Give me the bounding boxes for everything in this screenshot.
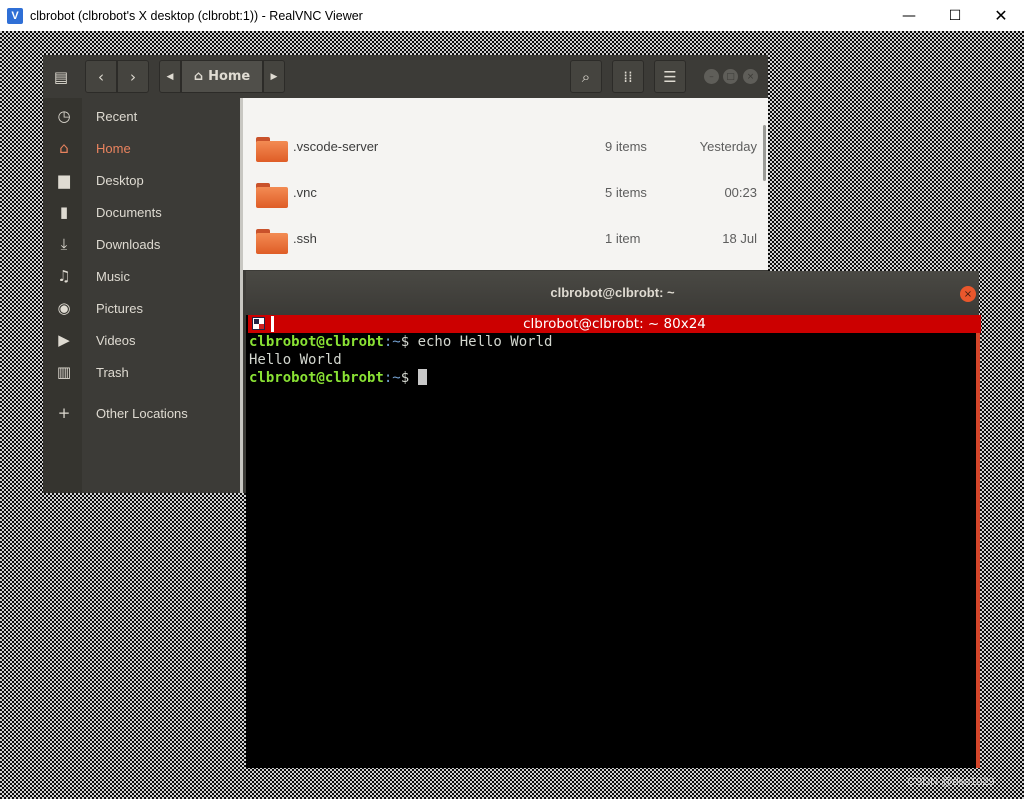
sidebar-item-desktop[interactable]: ▆ Desktop — [43, 164, 240, 196]
grid-view-button[interactable]: ⁞⁞ — [612, 60, 644, 93]
window-minimize-button[interactable]: – — [704, 69, 719, 84]
window-close-button[interactable]: × — [743, 69, 758, 84]
file-item-count: 1 item — [605, 231, 641, 246]
file-modified: 18 Jul — [722, 231, 757, 246]
terminal-line: Hello World — [249, 351, 976, 369]
terminal-title: clbrobot@clbrobt: ~ — [550, 285, 675, 300]
sidebar-item-label: Other Locations — [96, 405, 188, 421]
close-button[interactable]: ✕ — [978, 0, 1024, 31]
terminal-titlebar[interactable]: clbrobot@clbrobt: ~ × — [246, 271, 979, 315]
watermark: CSDN @dso1029 — [907, 776, 995, 788]
file-name: .vnc — [293, 185, 317, 200]
command-text: $ echo Hello World — [400, 334, 553, 350]
prompt-user: clbrobot@clbrobt — [249, 370, 384, 386]
sidebar-item-label: Pictures — [96, 300, 143, 316]
vnc-titlebar: V clbrobot (clbrobot's X desktop (clbrob… — [0, 0, 1024, 31]
sidebar-item-label: Downloads — [96, 236, 161, 252]
minimize-button[interactable]: — — [886, 0, 932, 31]
trash-icon: ▥ — [56, 363, 72, 381]
command-output: Hello World — [249, 352, 342, 368]
app-menu-icon[interactable]: ▤ — [47, 60, 75, 93]
hamburger-menu-icon: ☰ — [663, 67, 677, 86]
file-name: .ssh — [293, 231, 317, 246]
sidebar-item-recent[interactable]: ◷ Recent — [43, 100, 240, 132]
path-scroll-right-button[interactable]: ▶ — [263, 60, 285, 93]
plus-icon: + — [57, 404, 71, 422]
maximize-button[interactable]: ☐ — [932, 0, 978, 31]
sidebar-item-music[interactable]: ♫ Music — [43, 260, 240, 292]
terminal-line: clbrobot@clbrobt:~$ echo Hello World — [249, 333, 976, 351]
sidebar-item-label: Recent — [96, 108, 138, 124]
chevron-left-icon: ‹ — [98, 67, 104, 86]
sidebar-item-downloads[interactable]: ⤓ Downloads — [43, 228, 240, 260]
grid-view-icon: ⁞⁞ — [623, 67, 633, 86]
desktop-folder-icon: ▆ — [58, 171, 70, 189]
file-name: .vscode-server — [293, 139, 379, 154]
clock-icon: ◷ — [57, 107, 71, 125]
camera-icon: ◉ — [57, 299, 71, 317]
document-icon: ▮ — [59, 203, 69, 221]
terminal-output[interactable]: clbrobot@clbrobt:~$ echo Hello World Hel… — [248, 333, 976, 766]
chevron-right-icon: › — [130, 67, 136, 86]
xterm-titlebar[interactable]: clbrobot@clbrobt: ~ 80x24 — [248, 315, 981, 333]
sidebar-item-trash[interactable]: ▥ Trash — [43, 356, 240, 388]
sidebar-item-label: Music — [96, 268, 130, 284]
sidebar-item-other-locations[interactable]: + Other Locations — [43, 397, 240, 429]
sidebar-item-label: Trash — [96, 364, 129, 380]
sidebar-item-videos[interactable]: ▶ Videos — [43, 324, 240, 356]
folder-icon — [256, 137, 288, 162]
path-scroll-left-button[interactable]: ◀ — [159, 60, 181, 93]
file-list-scrollbar[interactable] — [763, 125, 766, 181]
file-row[interactable]: .vnc 5 items 00:23 — [243, 171, 763, 217]
file-modified: Yesterday — [699, 139, 757, 154]
sidebar-item-label: Home — [96, 140, 131, 156]
places-sidebar: ◷ Recent ⌂ Home ▆ Desktop ▮ Documents ⤓ … — [43, 98, 240, 493]
music-icon: ♫ — [57, 267, 71, 285]
back-button[interactable]: ‹ — [85, 60, 117, 93]
view-menu-button[interactable]: ☰ — [654, 60, 686, 93]
sidebar-item-label: Videos — [96, 332, 136, 348]
file-row[interactable]: .vscode-server 9 items Yesterday — [243, 125, 763, 171]
path-home-label: Home — [208, 69, 251, 84]
window-title: clbrobot (clbrobot's X desktop (clbrobt:… — [30, 8, 363, 23]
command-text: $ — [400, 370, 418, 386]
window-maximize-button[interactable]: □ — [723, 69, 738, 84]
video-icon: ▶ — [58, 331, 70, 349]
prompt-path: :~ — [383, 370, 401, 386]
search-button[interactable]: ⌕ — [570, 60, 602, 93]
download-icon: ⤓ — [60, 235, 68, 253]
xterm-title: clbrobot@clbrobt: ~ 80x24 — [523, 316, 706, 332]
sidebar-item-home[interactable]: ⌂ Home — [43, 132, 240, 164]
file-manager-header: ▤ ‹ › ◀ ⌂ Home ▶ ⌕ ⁞⁞ ☰ – □ × — [43, 55, 768, 98]
home-icon: ⌂ — [193, 69, 204, 84]
path-home-button[interactable]: ⌂ Home — [181, 60, 263, 93]
file-item-count: 9 items — [605, 139, 647, 154]
sidebar-item-pictures[interactable]: ◉ Pictures — [43, 292, 240, 324]
terminal-line: clbrobot@clbrobt:~$ — [249, 369, 976, 387]
realvnc-icon: V — [7, 7, 23, 24]
terminal-close-button[interactable]: × — [960, 286, 976, 302]
sidebar-item-label: Documents — [96, 204, 162, 220]
file-modified: 00:23 — [724, 185, 757, 200]
terminal-border — [976, 315, 980, 768]
sidebar-item-label: Desktop — [96, 172, 144, 188]
file-item-count: 5 items — [605, 185, 647, 200]
forward-button[interactable]: › — [117, 60, 149, 93]
folder-icon — [256, 229, 288, 254]
sidebar-item-documents[interactable]: ▮ Documents — [43, 196, 240, 228]
file-list: .vscode-server 9 items Yesterday .vnc 5 … — [243, 98, 768, 270]
prompt-path: :~ — [383, 334, 401, 350]
prompt-user: clbrobot@clbrobt — [249, 334, 384, 350]
folder-icon — [256, 183, 288, 208]
file-row[interactable]: .ssh 1 item 18 Jul — [243, 217, 763, 263]
search-icon: ⌕ — [581, 67, 591, 86]
terminal-cursor — [417, 369, 427, 385]
home-icon: ⌂ — [59, 139, 69, 157]
